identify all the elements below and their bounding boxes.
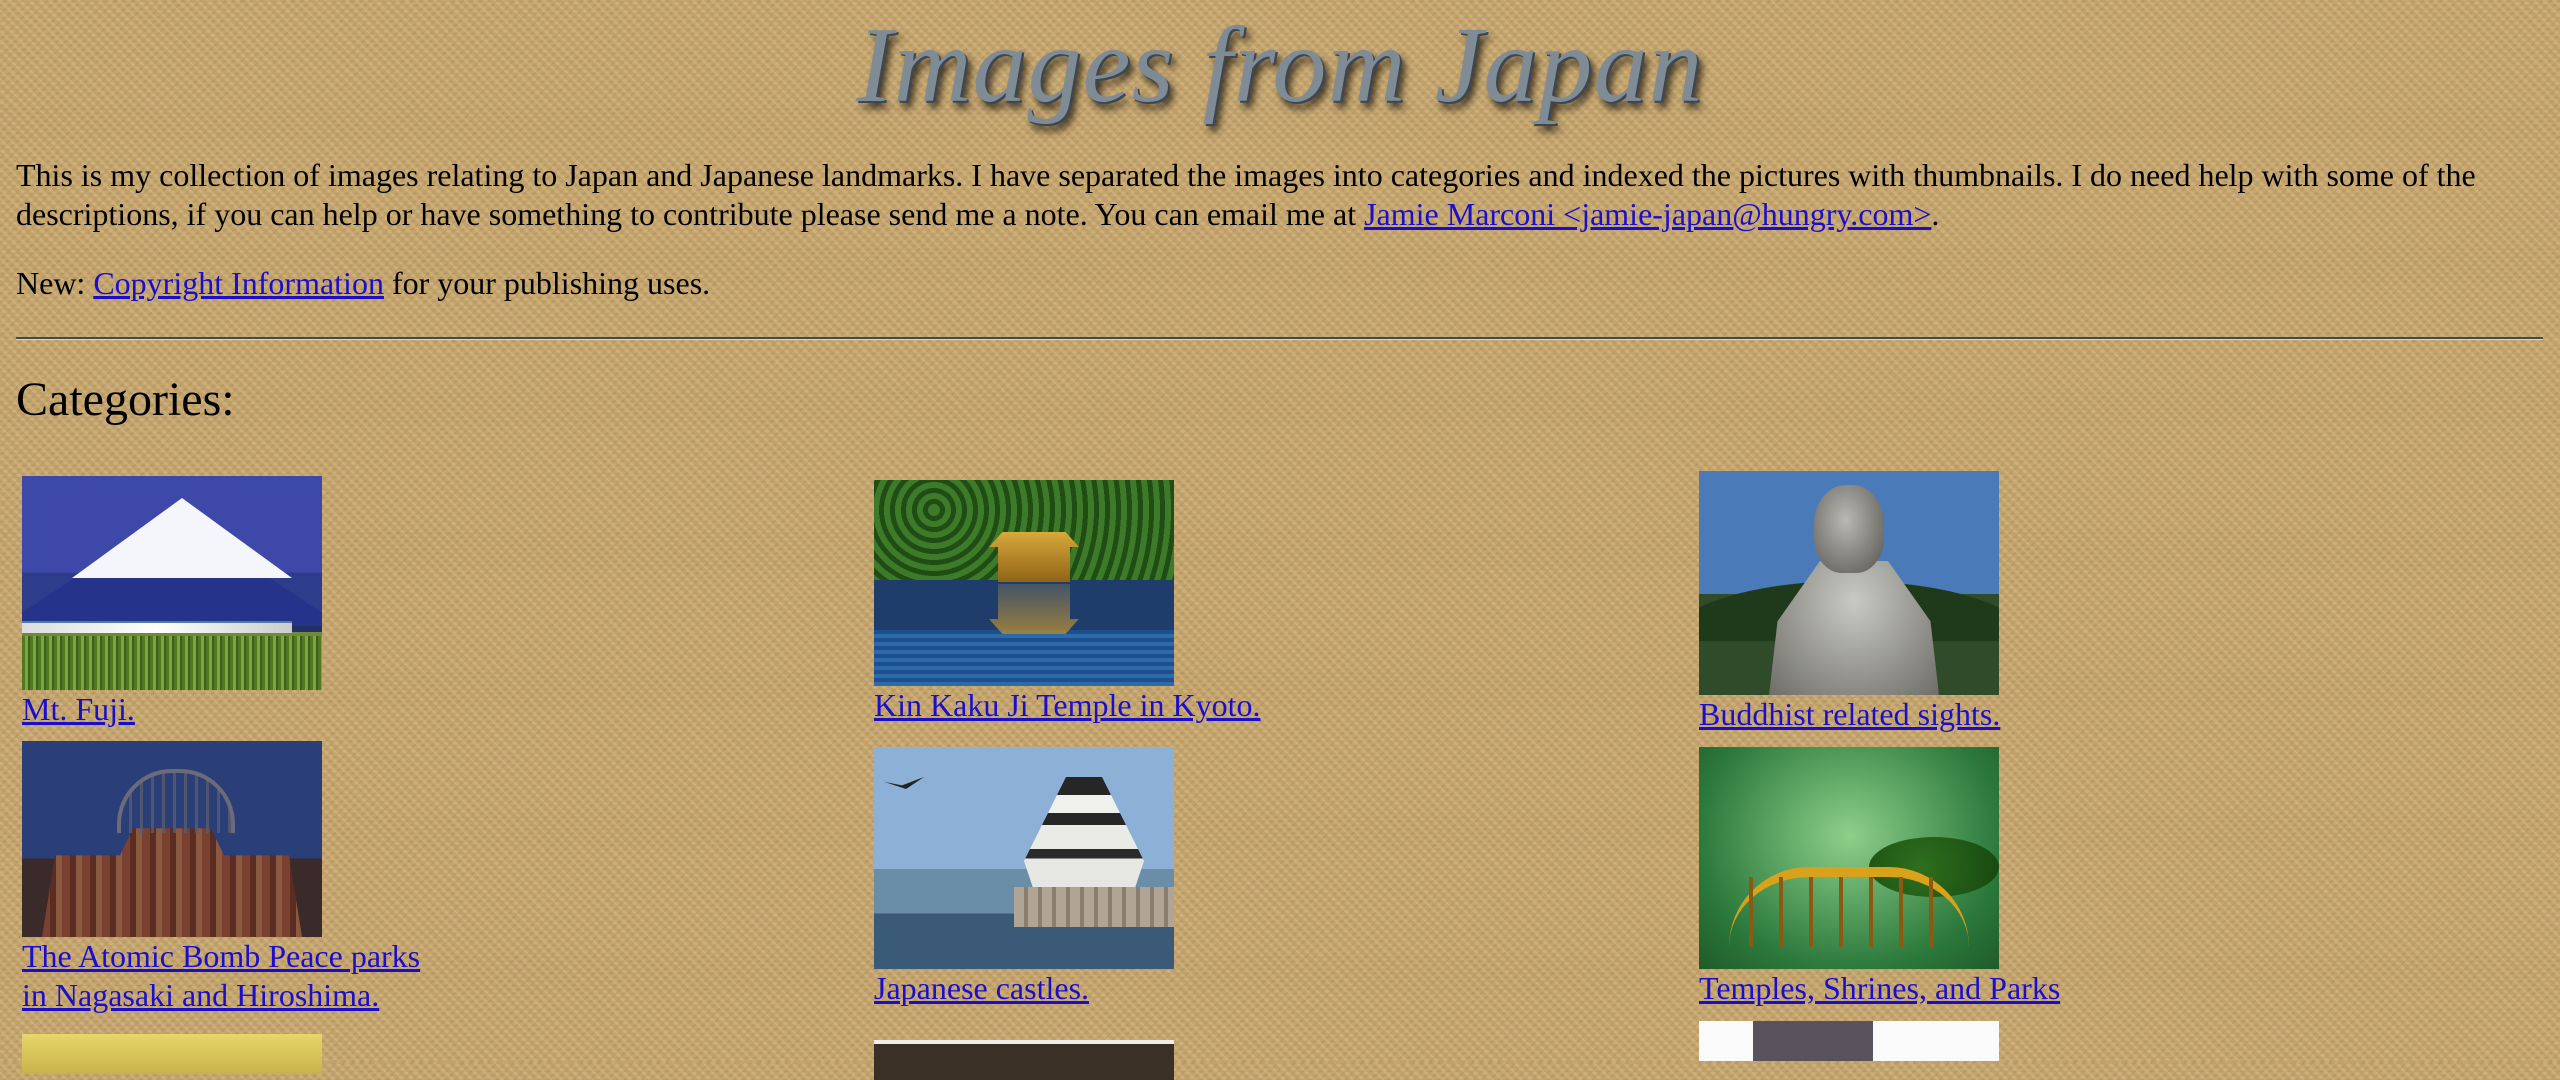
stone-wall-shape xyxy=(1014,887,1174,927)
category-temples-shrines-parks[interactable]: Temples, Shrines, and Parks xyxy=(1699,747,2060,1008)
kinkakuji-link[interactable]: Kin Kaku Ji Temple in Kyoto. xyxy=(874,686,1260,725)
buddhist-link[interactable]: Buddhist related sights. xyxy=(1699,695,2000,734)
snowcap-shape xyxy=(72,498,292,578)
bird-shape xyxy=(884,777,924,789)
grass-shape xyxy=(22,636,322,690)
category-thumbnail[interactable] xyxy=(1699,1021,1999,1061)
train-shape xyxy=(22,621,292,633)
category-buddhist[interactable]: Buddhist related sights. xyxy=(1699,471,2000,734)
intro-paragraph: This is my collection of images relating… xyxy=(16,156,2536,234)
horizontal-rule xyxy=(16,337,2543,340)
category-kinkakuji[interactable]: Kin Kaku Ji Temple in Kyoto. xyxy=(874,480,1260,725)
copyright-link[interactable]: Copyright Information xyxy=(93,265,384,301)
category-atomic-bomb[interactable]: The Atomic Bomb Peace parks in Nagasaki a… xyxy=(22,741,420,1015)
buddha-head-shape xyxy=(1814,485,1884,573)
category-row3-col1[interactable] xyxy=(22,1034,322,1074)
mt-fuji-thumbnail[interactable] xyxy=(22,476,322,690)
atomic-bomb-link-line2: in Nagasaki and Hiroshima. xyxy=(22,977,380,1013)
category-thumbnail[interactable] xyxy=(874,1040,1174,1080)
buddha-thumbnail[interactable] xyxy=(1699,471,1999,695)
category-castles[interactable]: Japanese castles. xyxy=(874,747,1174,1008)
reflection-shape xyxy=(989,584,1079,634)
mt-fuji-link[interactable]: Mt. Fuji. xyxy=(22,690,322,729)
buddha-body-shape xyxy=(1769,561,1939,695)
intro-text: This is my collection of images relating… xyxy=(16,157,2476,232)
temples-link[interactable]: Temples, Shrines, and Parks xyxy=(1699,969,2060,1008)
water-shape xyxy=(874,630,1174,686)
category-mt-fuji[interactable]: Mt. Fuji. xyxy=(22,476,322,729)
email-link[interactable]: Jamie Marconi <jamie-japan@hungry.com> xyxy=(1364,196,1931,232)
category-row3-col2[interactable] xyxy=(874,1040,1174,1080)
castle-keep-shape xyxy=(1024,777,1144,897)
castles-link[interactable]: Japanese castles. xyxy=(874,969,1174,1008)
temple-shape xyxy=(989,532,1079,582)
castle-thumbnail[interactable] xyxy=(874,747,1174,969)
categories-heading: Categories: xyxy=(16,373,235,426)
atomic-dome-thumbnail[interactable] xyxy=(22,741,322,937)
new-suffix: for your publishing uses. xyxy=(383,265,711,301)
category-thumbnail[interactable] xyxy=(22,1034,322,1074)
category-row3-col3[interactable] xyxy=(1699,1021,1999,1061)
page-title: Images from Japan xyxy=(856,6,1704,125)
new-notice: New: Copyright Information for your publ… xyxy=(16,264,710,303)
dome-shape xyxy=(117,769,235,833)
kinkakuji-thumbnail[interactable] xyxy=(874,480,1174,686)
bridge-posts-shape xyxy=(1749,877,1949,947)
atomic-bomb-link[interactable]: The Atomic Bomb Peace parks in Nagasaki a… xyxy=(22,937,420,1015)
intro-end: . xyxy=(1931,196,1940,232)
atomic-bomb-link-line1: The Atomic Bomb Peace parks xyxy=(22,938,421,974)
garden-bridge-thumbnail[interactable] xyxy=(1699,747,1999,969)
new-prefix: New: xyxy=(16,265,94,301)
